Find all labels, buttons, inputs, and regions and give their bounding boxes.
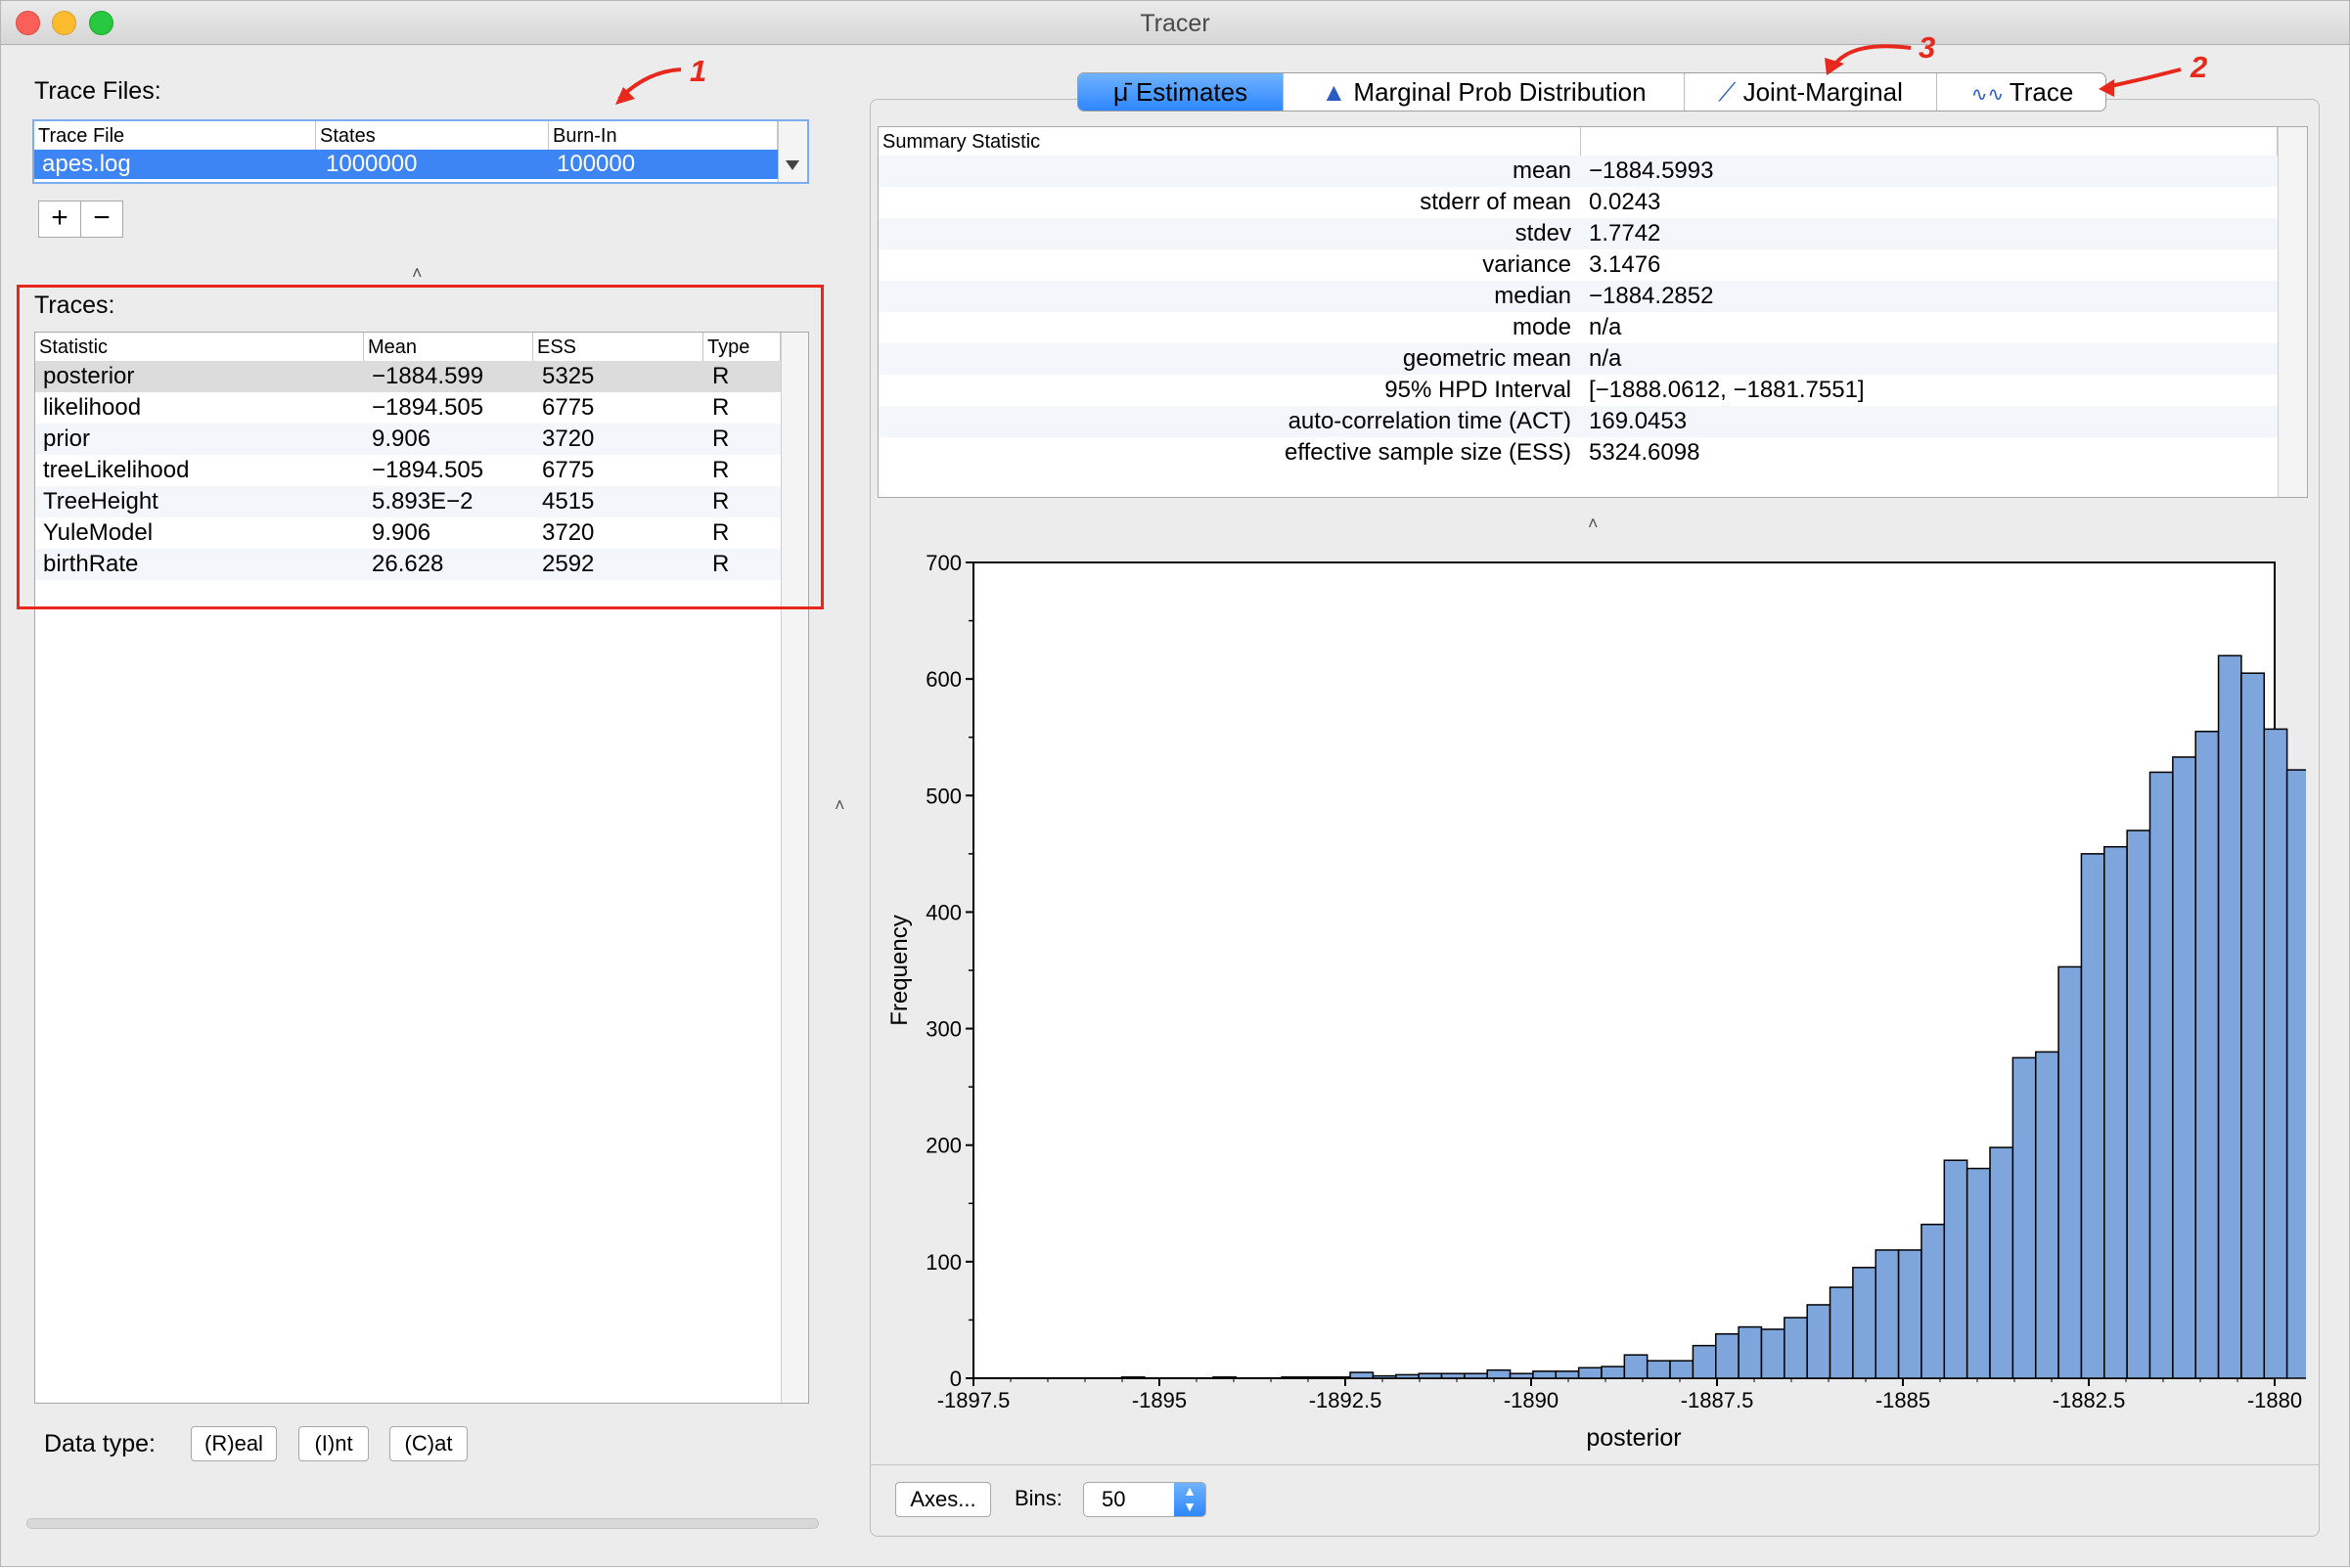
annotation-arrow-3 bbox=[1830, 44, 1912, 69]
annotation-number-3: 3 bbox=[1919, 30, 1936, 65]
tracer-window: Tracer Trace Files: Trace File States Bu… bbox=[0, 0, 2350, 1567]
annotation-arrowhead-2 bbox=[2099, 79, 2114, 97]
annotation-arrows bbox=[615, 44, 2182, 105]
annotation-number-2: 2 bbox=[2191, 50, 2208, 84]
annotation-arrow-2 bbox=[2105, 67, 2182, 89]
annotation-number-1: 1 bbox=[690, 54, 707, 88]
